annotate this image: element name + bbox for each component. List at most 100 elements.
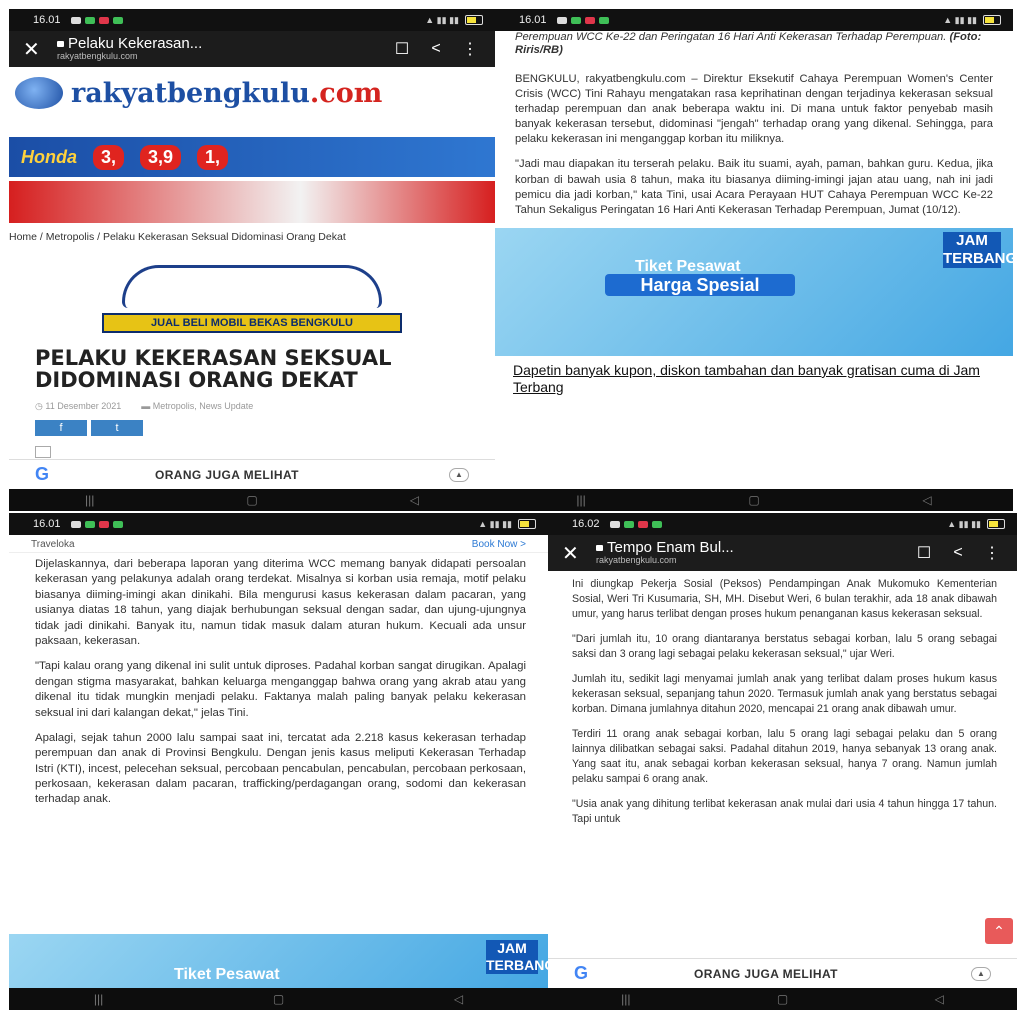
share-icon[interactable]: <: [947, 544, 969, 562]
status-bar: 16.02 ▲ ▮▮ ▮▮: [548, 513, 1017, 535]
article-paragraph: "Jadi mau diapakan itu terserah pelaku. …: [515, 158, 993, 216]
notification-icons: [609, 520, 662, 528]
also-see-label: ORANG JUGA MELIHAT: [155, 467, 299, 482]
article-paragraph: "Tapi kalau orang yang dikenal ini sulit…: [35, 660, 526, 719]
promo-value-3: 1,: [197, 144, 229, 170]
battery-icon: [983, 15, 1001, 25]
sponsor-name: Traveloka: [31, 539, 75, 550]
battery-icon: [518, 519, 536, 529]
google-icon: G: [574, 963, 589, 983]
recent-apps-icon[interactable]: |||: [94, 992, 103, 1006]
share-buttons: f t: [35, 420, 469, 437]
recent-apps-icon[interactable]: |||: [576, 493, 585, 507]
article-paragraph: Dijelaskannya, dari beberapa laporan yan…: [35, 558, 526, 647]
back-icon[interactable]: ◁: [454, 992, 463, 1006]
system-icons: ▲ ▮▮ ▮▮: [425, 15, 483, 26]
logo-dotcom: .com: [309, 77, 383, 109]
recent-apps-icon[interactable]: |||: [85, 493, 94, 507]
site-logo[interactable]: rakyatbengkulu.com: [9, 67, 495, 119]
notification-icons: [70, 520, 123, 528]
battery-icon: [987, 519, 1005, 529]
promo-value-2: 3,9: [140, 144, 182, 170]
home-icon[interactable]: ▢: [748, 493, 759, 507]
also-see-bar[interactable]: G ORANG JUGA MELIHAT ▲: [9, 459, 495, 489]
status-time: 16.01: [33, 518, 61, 530]
status-time: 16.02: [572, 518, 600, 530]
car-ad-banner[interactable]: JUAL BELI MOBIL BEKAS BENGKULU: [102, 259, 402, 334]
android-nav-bar: ||| ▢ ◁: [495, 489, 1013, 511]
back-icon[interactable]: ◁: [935, 992, 944, 1006]
tiket-pesawat-ad[interactable]: Tiket Pesawat JAM TERBANG: [9, 934, 548, 988]
article-paragraph: Jumlah itu, sedikit lagi menyamai jumlah…: [572, 673, 997, 716]
expand-up-icon[interactable]: ▲: [449, 467, 469, 482]
article-date: ◷ 11 Desember 2021: [35, 401, 122, 412]
home-icon[interactable]: ▢: [246, 493, 257, 507]
logo-text: rakyatbengkulu: [71, 77, 310, 109]
article-categories[interactable]: ▬ Metropolis, News Update: [141, 401, 253, 412]
honda-motor-banner[interactable]: [9, 181, 495, 223]
screenshot-panel-1: 16.01 ▲ ▮▮ ▮▮ ✕ Pelaku Kekerasan... raky…: [9, 9, 495, 511]
browser-url: rakyatbengkulu.com: [57, 51, 138, 62]
article-headline: PELAKU KEKERASAN SEKSUAL DIDOMINASI ORAN…: [35, 346, 392, 393]
honda-promo-banner[interactable]: Honda 3, 3,9 1,: [9, 137, 495, 177]
book-now-link[interactable]: Book Now >: [472, 539, 526, 550]
browser-title: Pelaku Kekerasan...: [68, 34, 203, 52]
article-paragraph: Ini diungkap Pekerja Sosial (Peksos) Pen…: [572, 578, 997, 621]
system-icons: ▲ ▮▮ ▮▮: [947, 519, 1005, 530]
article-paragraph: Apalagi, sejak tahun 2000 lalu sampai sa…: [35, 731, 526, 806]
google-icon: G: [35, 464, 50, 484]
home-icon[interactable]: ▢: [777, 992, 788, 1006]
android-nav-bar: ||| ▢ ◁: [548, 988, 1017, 1010]
expand-up-icon[interactable]: ▲: [971, 966, 991, 981]
back-icon[interactable]: ◁: [410, 493, 419, 507]
close-tab-icon[interactable]: ✕: [562, 541, 584, 566]
ad-title: Tiket Pesawat: [174, 966, 280, 983]
tiket-pesawat-ad[interactable]: Tiket Pesawat Harga Spesial JAM TERBANG: [495, 227, 1013, 356]
share-icon[interactable]: <: [425, 40, 447, 58]
logo-mark-icon: [15, 77, 63, 109]
article-body: Dijelaskannya, dari beberapa laporan yan…: [9, 553, 548, 808]
browser-url: rakyatbengkulu.com: [596, 555, 677, 566]
breadcrumb: Home / Metropolis / Pelaku Kekerasan Sek…: [9, 231, 346, 243]
photo-caption: Perempuan WCC Ke-22 dan Peringatan 16 Ha…: [515, 31, 982, 57]
sponsor-bar[interactable]: Traveloka Book Now >: [9, 535, 548, 553]
car-ad-caption: JUAL BELI MOBIL BEKAS BENGKULU: [102, 313, 402, 334]
notification-icons: [556, 16, 609, 24]
notification-icons: [70, 16, 123, 24]
system-icons: ▲ ▮▮ ▮▮: [478, 519, 536, 530]
status-time: 16.01: [519, 14, 547, 26]
bookmark-icon[interactable]: ☐: [391, 39, 413, 59]
more-menu-icon[interactable]: ⋮: [459, 39, 481, 59]
home-icon[interactable]: ▢: [273, 992, 284, 1006]
browser-title: Tempo Enam Bul...: [607, 538, 734, 556]
ad-link[interactable]: Dapetin banyak kupon, diskon tambahan da…: [495, 356, 1013, 396]
article-paragraph: Terdiri 11 orang anak sebagai korban, la…: [572, 728, 997, 786]
recent-apps-icon[interactable]: |||: [621, 992, 630, 1006]
scroll-to-top-button[interactable]: ⌃: [985, 918, 1013, 944]
article-body: BENGKULU, rakyatbengkulu.com – Direktur …: [495, 72, 1013, 218]
back-icon[interactable]: ◁: [922, 493, 931, 507]
twitter-share-button[interactable]: t: [91, 420, 143, 437]
status-time: 16.01: [33, 14, 61, 26]
android-nav-bar: ||| ▢ ◁: [9, 988, 548, 1010]
car-outline-icon: [122, 265, 382, 309]
jam-terbang-logo: JAM TERBANG: [486, 940, 548, 974]
article-paragraph: "Usia anak yang dihitung terlibat kekera…: [572, 798, 997, 826]
article-body: Ini diungkap Pekerja Sosial (Peksos) Pen…: [548, 571, 1017, 827]
facebook-share-button[interactable]: f: [35, 420, 87, 437]
screenshot-panel-2: 16.01 ▲ ▮▮ ▮▮ Perempuan WCC Ke-22 dan Pe…: [495, 9, 1013, 511]
bookmark-icon[interactable]: ☐: [913, 543, 935, 563]
close-tab-icon[interactable]: ✕: [23, 37, 45, 62]
also-see-label: ORANG JUGA MELIHAT: [694, 966, 838, 981]
screenshot-panel-4: 16.02 ▲ ▮▮ ▮▮ ✕ Tempo Enam Bul... rakyat…: [548, 513, 1017, 1010]
android-nav-bar: ||| ▢ ◁: [9, 489, 495, 511]
broken-image-icon: [35, 446, 51, 459]
also-see-bar[interactable]: G ORANG JUGA MELIHAT ▲: [548, 958, 1017, 988]
more-menu-icon[interactable]: ⋮: [981, 543, 1003, 563]
system-icons: ▲ ▮▮ ▮▮: [943, 15, 1001, 26]
browser-toolbar: ✕ Tempo Enam Bul... rakyatbengkulu.com ☐…: [548, 535, 1017, 571]
status-bar: 16.01 ▲ ▮▮ ▮▮: [495, 9, 1013, 31]
status-bar: 16.01 ▲ ▮▮ ▮▮: [9, 513, 548, 535]
promo-value-1: 3,: [93, 144, 125, 170]
article-meta: ◷ 11 Desember 2021 ▬ Metropolis, News Up…: [35, 401, 469, 412]
